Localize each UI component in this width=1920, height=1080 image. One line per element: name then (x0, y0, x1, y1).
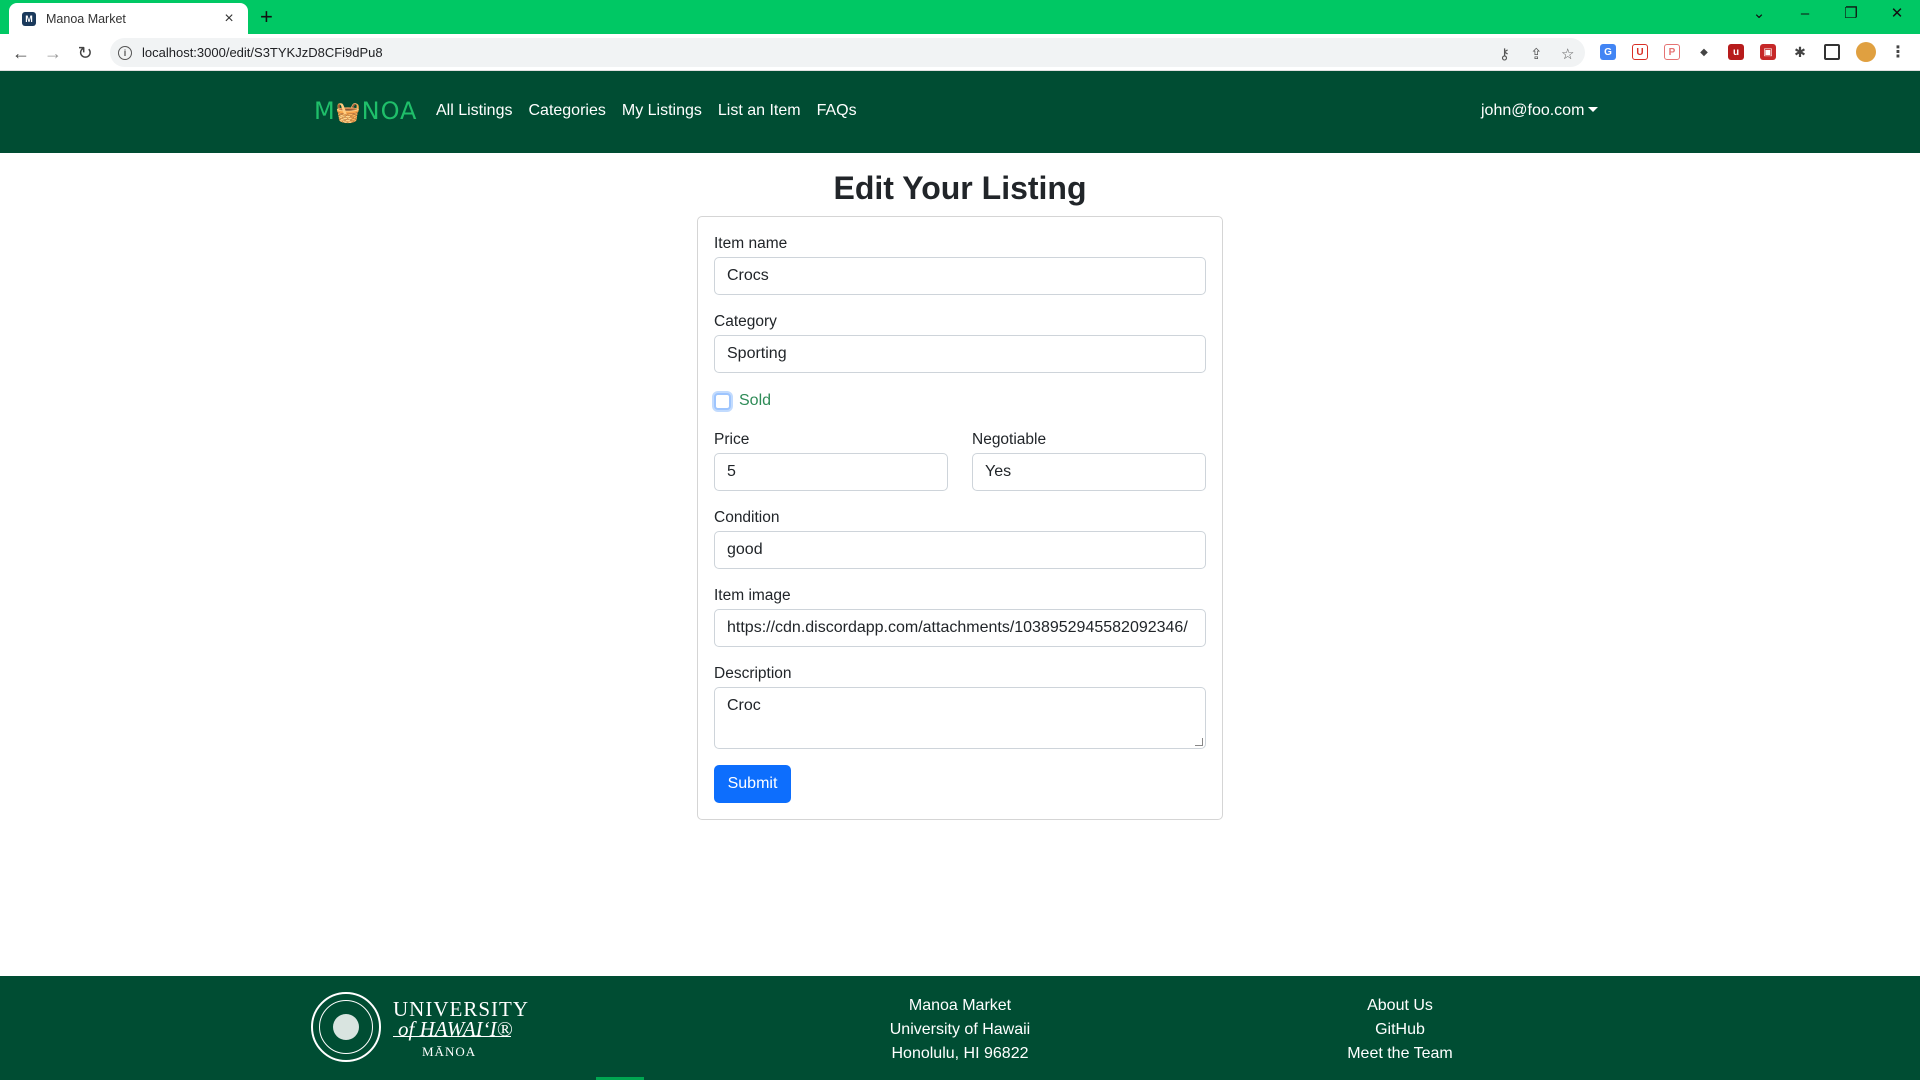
submit-button[interactable]: Submit (714, 765, 791, 803)
user-dropdown[interactable]: john@foo.com (1481, 102, 1599, 120)
site-navbar: M🧺NOA All Listings Categories My Listing… (0, 71, 1920, 153)
description-text: Croc (727, 697, 761, 714)
star-icon[interactable]: ☆ (1561, 45, 1574, 63)
footer-city: Honolulu, HI 96822 (891, 1045, 1029, 1062)
nav-links: All Listings Categories My Listings List… (436, 102, 873, 120)
category-select[interactable]: Sporting (714, 335, 1206, 373)
footer-link-about-us[interactable]: About Us (1300, 994, 1500, 1018)
back-icon[interactable]: ← (9, 41, 33, 65)
browser-tab-strip: M Manoa Market × + ⌄ – ❐ ✕ (0, 0, 1920, 34)
nav-link-categories[interactable]: Categories (528, 102, 605, 120)
reload-icon[interactable]: ↻ (73, 41, 97, 65)
browser-tab[interactable]: M Manoa Market × (9, 3, 248, 34)
footer-link-meet-the-team[interactable]: Meet the Team (1300, 1042, 1500, 1066)
forward-icon[interactable]: → (41, 41, 65, 65)
key-icon[interactable]: ⚷ (1499, 45, 1510, 63)
share-icon[interactable]: ⇪ (1530, 45, 1543, 63)
nav-link-my-listings[interactable]: My Listings (622, 102, 702, 120)
page-title: Edit Your Listing (833, 170, 1087, 206)
footer-links: About Us GitHub Meet the Team (1300, 994, 1500, 1066)
basket-icon: 🧺 (335, 100, 362, 124)
tab-title: Manoa Market (46, 11, 126, 26)
item-name-label: Item name (714, 235, 788, 252)
ublock-extension-icon[interactable]: u (1728, 44, 1744, 60)
university-seal-icon (311, 992, 381, 1062)
footer-link-github[interactable]: GitHub (1300, 1018, 1500, 1042)
new-tab-button[interactable]: + (260, 5, 273, 29)
sold-label[interactable]: Sold (739, 392, 771, 410)
site-footer: UNIVERSITY of HAWAIʻI® MĀNOA Manoa Marke… (0, 976, 1920, 1080)
menu-icon[interactable]: ⋮ (1890, 44, 1906, 61)
caret-down-icon (1588, 107, 1599, 112)
profile-avatar[interactable] (1856, 42, 1876, 62)
condition-label: Condition (714, 509, 780, 526)
item-image-label: Item image (714, 587, 791, 604)
brand-prefix: M (314, 97, 336, 125)
uh-wordmark-line2: of HAWAIʻI® (398, 1017, 513, 1041)
pdf-extension-icon[interactable]: P (1664, 44, 1680, 60)
category-label: Category (714, 313, 777, 330)
extensions-icon[interactable]: ✱ (1792, 44, 1808, 60)
nav-link-faqs[interactable]: FAQs (817, 102, 857, 120)
red-extension-icon[interactable]: ▣ (1760, 44, 1776, 60)
translate-extension-icon[interactable]: G (1600, 44, 1616, 60)
info-icon[interactable]: i (118, 45, 132, 60)
sold-checkbox[interactable] (714, 393, 731, 410)
resize-handle-icon[interactable] (1195, 738, 1203, 746)
nav-link-list-an-item[interactable]: List an Item (718, 102, 801, 120)
minimize-icon[interactable]: – (1790, 4, 1820, 24)
sidebar-icon[interactable] (1824, 44, 1840, 60)
close-tab-icon[interactable]: × (220, 10, 238, 28)
description-label: Description (714, 665, 792, 682)
footer-site-name: Manoa Market (908, 997, 1012, 1014)
item-name-input[interactable]: Crocs (714, 257, 1206, 295)
uh-wordmark-line3: MĀNOA (422, 1044, 477, 1059)
close-window-icon[interactable]: ✕ (1882, 4, 1912, 24)
site-favicon-icon: M (22, 11, 36, 26)
brand-logo[interactable]: M🧺NOA (314, 97, 417, 125)
brand-suffix: NOA (361, 97, 418, 125)
address-bar[interactable]: i localhost:3000/edit/S3TYKJzD8CFi9dPu8 … (110, 38, 1585, 67)
nav-link-all-listings[interactable]: All Listings (436, 102, 512, 120)
price-input[interactable]: 5 (714, 453, 948, 491)
restore-icon[interactable]: ❐ (1836, 4, 1866, 24)
user-email: john@foo.com (1481, 102, 1585, 119)
pocket-extension-icon[interactable]: U (1632, 44, 1648, 60)
tab-search-icon[interactable]: ⌄ (1744, 4, 1774, 24)
browser-toolbar: ← → ↻ i localhost:3000/edit/S3TYKJzD8CFi… (0, 34, 1920, 71)
puzzle-extension-icon[interactable]: ◆ (1696, 44, 1712, 60)
url-text[interactable]: localhost:3000/edit/S3TYKJzD8CFi9dPu8 (142, 45, 383, 60)
edit-listing-form: Item name Crocs Category Sporting Sold P… (697, 216, 1223, 820)
uh-wordmark-divider (393, 1036, 511, 1037)
footer-address: Manoa Market University of Hawaii Honolu… (860, 994, 1060, 1066)
negotiable-select[interactable]: Yes (972, 453, 1206, 491)
description-textarea[interactable]: Croc (714, 687, 1206, 749)
negotiable-label: Negotiable (972, 431, 1047, 448)
footer-university: University of Hawaii (889, 1021, 1031, 1038)
price-label: Price (714, 431, 750, 448)
item-image-input[interactable]: https://cdn.discordapp.com/attachments/1… (714, 609, 1206, 647)
condition-select[interactable]: good (714, 531, 1206, 569)
